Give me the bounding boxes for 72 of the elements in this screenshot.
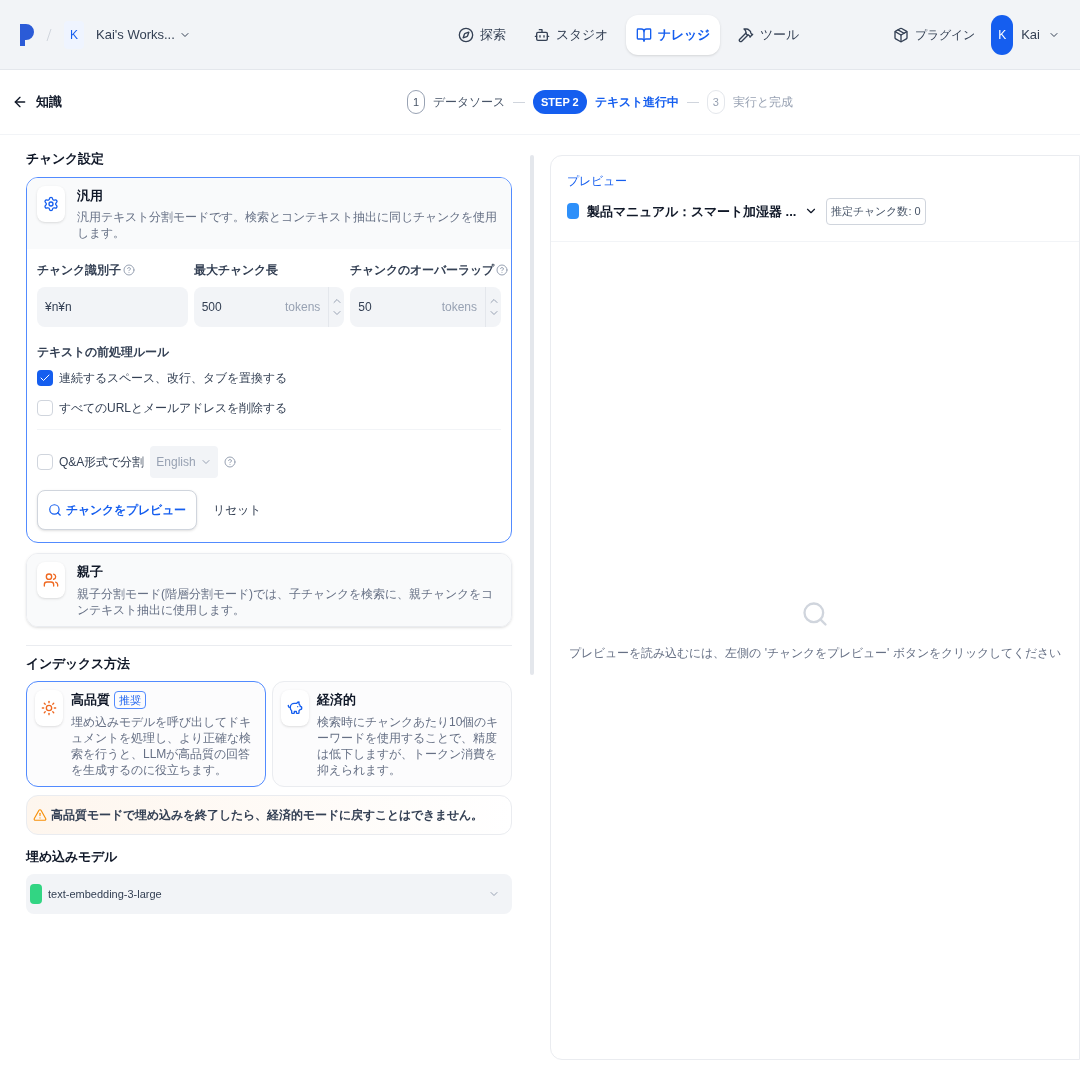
field-label: チャンク識別子 <box>37 262 121 279</box>
chunk-mode-card[interactable]: 汎用 汎用テキスト分割モードです。検索とコンテキスト抽出に同じチャンクを使用します。 チャンク識別子 ¥n¥n 最大チャンク長 500 tokens チャンクのオーバーラップ 50 tokens テキストの前処理ルール 連続するスペース、改行、タブを置換する すべてのURLとメールアドレスを削除する Q&A形式で分割 English チャンクをプレビュー リセット <box>26 176 512 543</box>
field-label: 最大チャンク長 <box>193 262 278 279</box>
book-icon <box>636 26 652 43</box>
markdown-file-icon <box>567 203 579 220</box>
input-field[interactable]: 50 tokens <box>350 287 501 327</box>
section-title: インデックス方法 <box>26 654 131 673</box>
piggy-bank-icon <box>287 700 303 716</box>
rule-label: 連続するスペース、改行、タブを置換する <box>59 370 287 387</box>
user-menu[interactable]: K Kai <box>991 14 1060 55</box>
plugins-button[interactable]: プラグイン <box>893 25 976 44</box>
sun-icon <box>41 700 57 716</box>
method-description: 検索時にチャンクあたり10個のキーワードを使用することで、精度は低下しますが、トークン消費を抑えられます。 <box>317 713 500 778</box>
box-icon <box>893 26 910 43</box>
nav-tab[interactable]: ツール <box>728 14 809 55</box>
nav-tab[interactable]: スタジオ <box>524 14 618 55</box>
rule-label: すべてのURLとメールアドレスを削除する <box>59 400 287 417</box>
compass-icon <box>458 26 474 43</box>
input-field[interactable]: ¥n¥n <box>37 287 188 327</box>
nav-tab[interactable]: ナレッジ <box>626 14 720 55</box>
help-icon <box>223 456 236 468</box>
model-icon <box>30 884 42 904</box>
mode-title: 親子 <box>77 563 104 581</box>
step-label: データソース <box>433 94 505 111</box>
chunk-estimate-badge: 推定チャンク数: 0 <box>826 198 926 225</box>
method-title: 経済的 <box>317 691 356 709</box>
qa-label: Q&A形式で分割 <box>59 454 145 471</box>
preview-chunks-button[interactable]: チャンクをプレビュー <box>37 490 197 530</box>
model-select[interactable]: text-embedding-3-large <box>26 874 512 914</box>
method-title: 高品質 <box>71 691 110 709</box>
unit-label: tokens <box>284 299 322 316</box>
people-icon <box>43 572 59 588</box>
workspace-switcher[interactable]: Kai's Works... <box>96 24 191 45</box>
search-icon <box>48 503 62 517</box>
index-method-card[interactable]: 経済的 検索時にチャンクあたり10個のキーワードを使用することで、精度は低下しますが、トークン消費を抑えられます。 <box>272 681 512 787</box>
section-title: 埋め込みモデル <box>26 847 118 866</box>
field-label: チャンクのオーバーラップ <box>350 262 495 279</box>
stepper-control[interactable] <box>485 287 501 327</box>
mode-description: 汎用テキスト分割モードです。検索とコンテキスト抽出に同じチャンクを使用します。 <box>77 209 498 241</box>
checkbox[interactable] <box>37 400 53 416</box>
warning-icon <box>33 807 47 822</box>
checkbox[interactable] <box>37 454 53 470</box>
workspace-avatar: K <box>64 20 84 49</box>
unit-label: tokens <box>441 299 478 316</box>
robot-icon <box>534 26 550 43</box>
checkbox[interactable] <box>37 370 53 386</box>
slash-icon <box>46 27 52 42</box>
hammer-icon <box>738 26 754 43</box>
rules-title: テキストの前処理ルール <box>37 344 170 361</box>
search-icon <box>801 599 829 628</box>
back-link[interactable]: 知識 <box>12 92 407 112</box>
method-description: 埋め込みモデルを呼び出してドキュメントを処理し、より正確な検索を行うと、LLMが高品質の回答を生成するのに役立ちます。 <box>71 713 252 778</box>
step-label: テキスト進行中 <box>594 94 679 111</box>
preview-label: プレビュー <box>567 173 628 190</box>
input-field[interactable]: 500 tokens <box>193 287 345 327</box>
step-label: 実行と完成 <box>732 94 793 111</box>
recommended-badge: 推奨 <box>114 690 146 709</box>
reset-button[interactable]: リセット <box>209 490 265 530</box>
user-avatar: K <box>991 14 1014 55</box>
index-method-card[interactable]: 高品質 推奨 埋め込みモデルを呼び出してドキュメントを処理し、より正確な検索を行うと、LLMが高品質の回答を生成するのに役立ちます。 <box>26 681 266 787</box>
mode-title: 汎用 <box>77 186 104 205</box>
section-title: チャンク設定 <box>26 150 105 168</box>
nav-tab[interactable]: 探索 <box>448 14 516 55</box>
warning-text: 高品質モードで埋め込みを終了したら、経済的モードに戻すことはできません。 <box>51 806 483 824</box>
document-selector[interactable]: 製品マニュアル：スマート加湿器 ... <box>587 201 819 221</box>
step-marker: STEP 2 <box>533 90 587 114</box>
gear-icon <box>43 195 59 212</box>
logo-icon <box>20 23 34 46</box>
check-icon <box>39 372 51 384</box>
empty-message: プレビューを読み込むには、左側の 'チャンクをプレビュー' ボタンをクリックしてください <box>568 644 1062 662</box>
mode-description: 親子分割モード(階層分割モード)では、子チャンクを検索に、親チャンクをコンテキスト抽出に使用します。 <box>77 585 494 618</box>
chunk-mode-card[interactable]: 親子 親子分割モード(階層分割モード)では、子チャンクを検索に、親チャンクをコンテキスト抽出に使用します。 <box>26 553 512 627</box>
